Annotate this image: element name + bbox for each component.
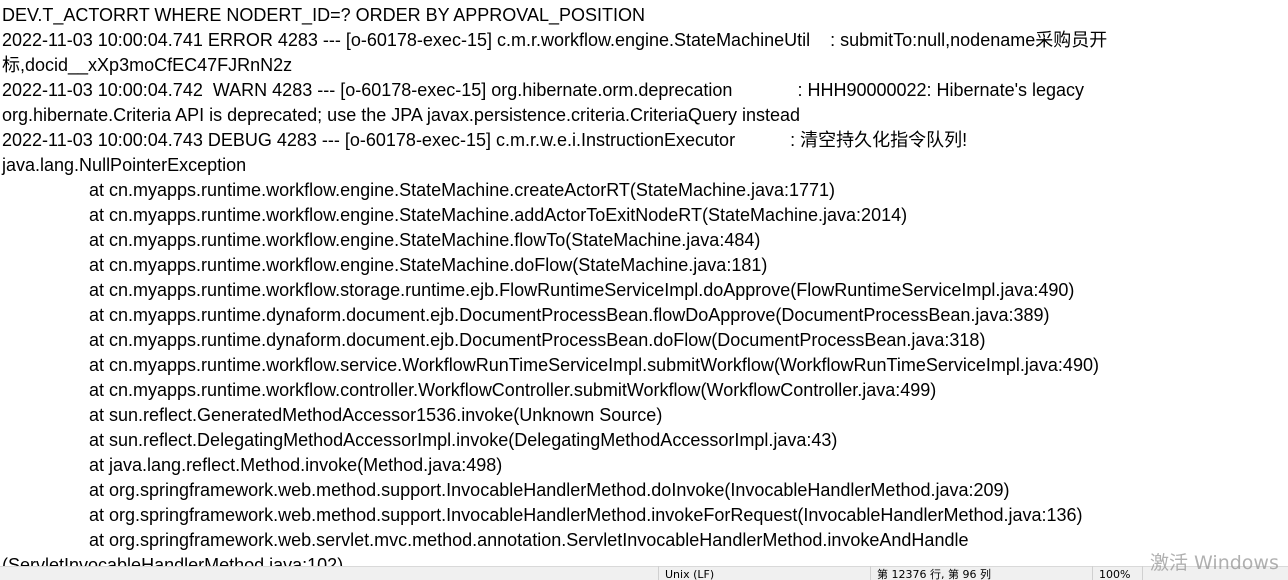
stack-trace-line: at cn.myapps.runtime.dynaform.document.e… [89, 305, 1050, 325]
status-bar: Unix (LF) 第 12376 行, 第 96 列 100% [0, 566, 1288, 580]
stack-trace-line: at cn.myapps.runtime.workflow.engine.Sta… [89, 180, 836, 200]
stack-trace-line: at cn.myapps.runtime.workflow.engine.Sta… [89, 205, 908, 225]
log-line: 2022-11-03 10:00:04.743 DEBUG 4283 --- [… [2, 130, 968, 150]
cursor-position-indicator[interactable]: 第 12376 行, 第 96 列 [870, 566, 1092, 580]
stack-trace-line: at sun.reflect.DelegatingMethodAccessorI… [89, 430, 838, 450]
stack-trace-line: at cn.myapps.runtime.workflow.controller… [89, 380, 937, 400]
stack-trace-line: at cn.myapps.runtime.workflow.service.Wo… [89, 355, 1099, 375]
stack-trace-line: at cn.myapps.runtime.workflow.engine.Sta… [89, 255, 768, 275]
zoom-indicator[interactable]: 100% [1092, 566, 1142, 580]
stack-trace-line: at java.lang.reflect.Method.invoke(Metho… [89, 455, 503, 475]
encoding-indicator[interactable] [1142, 566, 1288, 580]
stack-trace-line: at org.springframework.web.method.suppor… [89, 505, 1083, 525]
log-line: DEV.T_ACTORRT WHERE NODERT_ID=? ORDER BY… [2, 5, 646, 25]
log-line: 2022-11-03 10:00:04.742 WARN 4283 --- [o… [2, 80, 1085, 100]
stack-trace-line: at cn.myapps.runtime.workflow.storage.ru… [89, 280, 1075, 300]
log-line: 2022-11-03 10:00:04.741 ERROR 4283 --- [… [2, 30, 1108, 50]
stack-trace-line: at sun.reflect.GeneratedMethodAccessor15… [89, 405, 663, 425]
stack-trace-line: at org.springframework.web.servlet.mvc.m… [89, 530, 969, 550]
log-text-area[interactable]: DEV.T_ACTORRT WHERE NODERT_ID=? ORDER BY… [0, 0, 1288, 566]
log-line: org.hibernate.Criteria API is deprecated… [2, 105, 801, 125]
stack-trace-line: at org.springframework.web.method.suppor… [89, 480, 1010, 500]
line-ending-indicator[interactable]: Unix (LF) [658, 566, 870, 580]
stack-trace-line: at cn.myapps.runtime.workflow.engine.Sta… [89, 230, 761, 250]
log-line: java.lang.NullPointerException [2, 155, 247, 175]
log-line: 标,docid__xXp3moCfEC47FJRnN2z [2, 55, 293, 75]
stack-trace-line: (ServletInvocableHandlerMethod.java:102) [2, 555, 344, 566]
stack-trace-line: at cn.myapps.runtime.dynaform.document.e… [89, 330, 986, 350]
